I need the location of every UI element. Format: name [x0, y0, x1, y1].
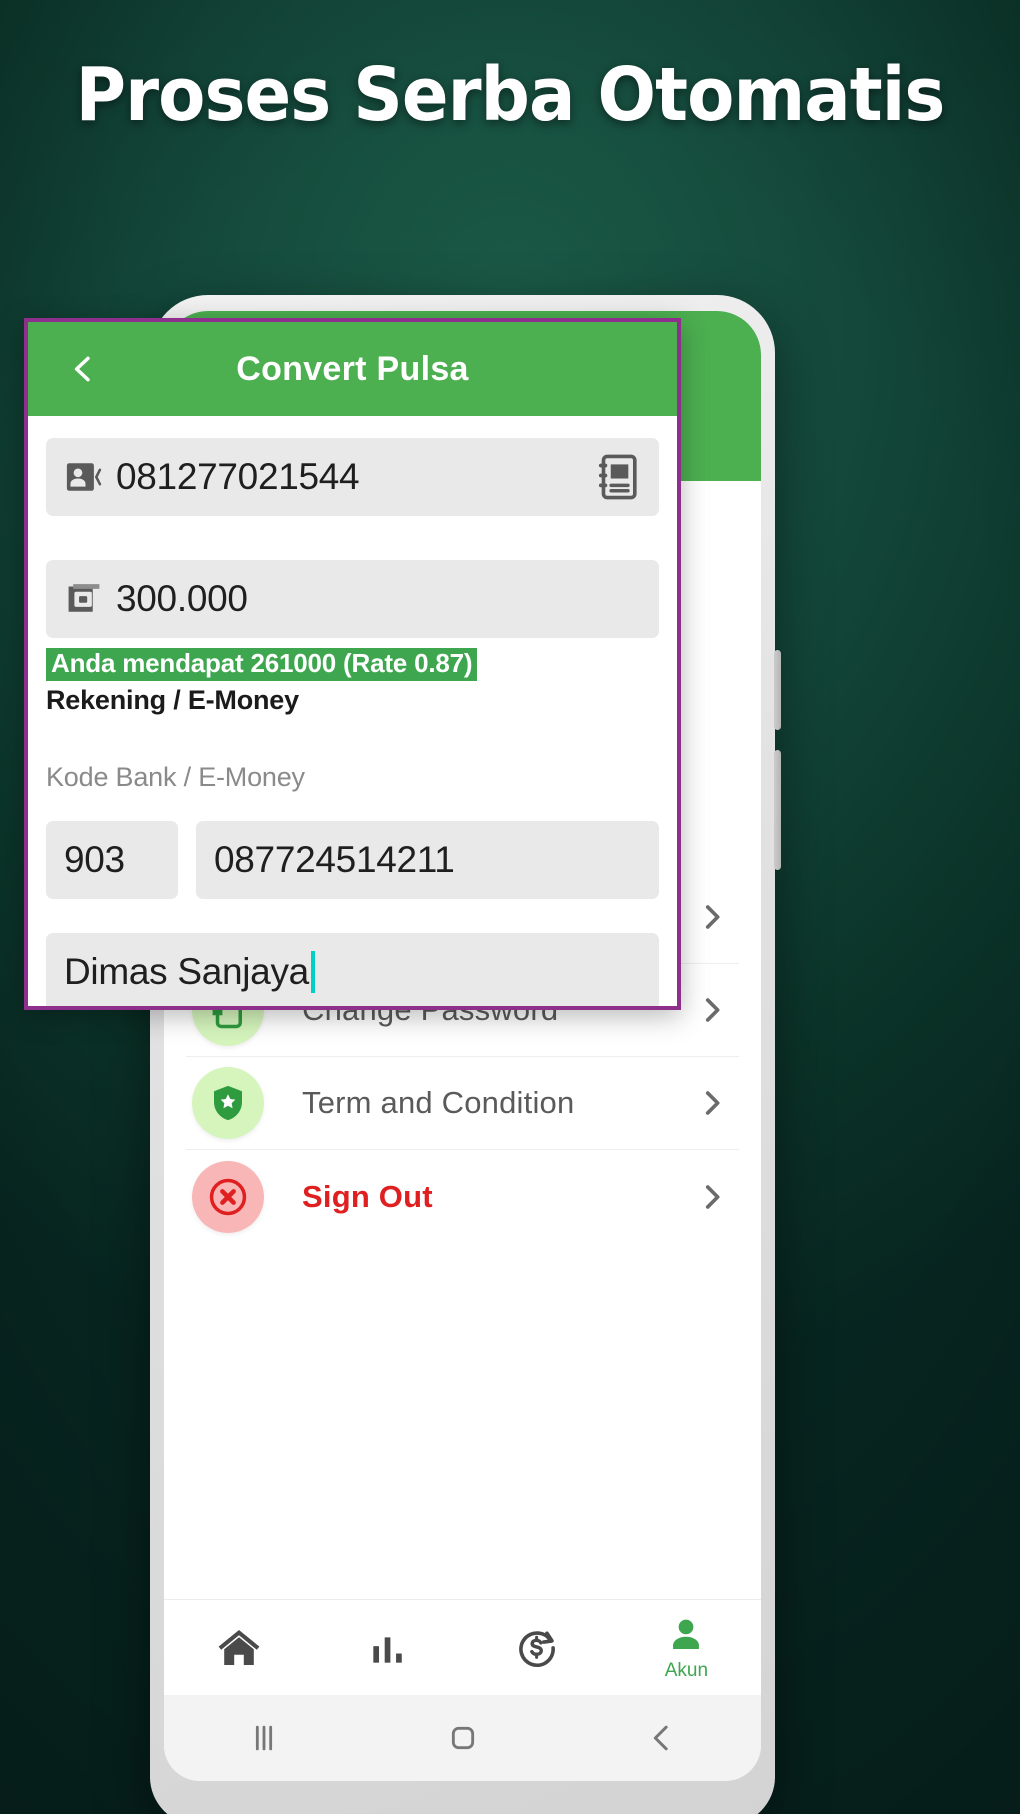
- nav-item-label: Akun: [664, 1659, 709, 1681]
- system-home-button[interactable]: [363, 1718, 562, 1758]
- account-name-field[interactable]: Dimas Sanjaya: [46, 933, 659, 1006]
- bar-chart-icon: [373, 1636, 402, 1663]
- rate-note: Anda mendapat 261000 (Rate 0.87): [46, 648, 478, 682]
- bank-input-row: 903 087724514211: [46, 821, 659, 900]
- bank-code-value: 903: [64, 839, 125, 881]
- phone-number-value: 081277021544: [116, 456, 360, 497]
- account-row-term-and-condition[interactable]: Term and Condition: [186, 1057, 739, 1150]
- convert-pulsa-form: 081277021544 300.000 Anda mendapat 26100…: [28, 416, 677, 1006]
- nav-item-report[interactable]: [313, 1626, 462, 1670]
- page-headline: Proses Serba Otomatis: [75, 52, 946, 138]
- system-back-button[interactable]: [562, 1718, 761, 1758]
- recents-icon: [255, 1725, 272, 1751]
- kode-bank-label: Kode Bank / E-Money: [46, 762, 305, 793]
- convert-pulsa-header: Convert Pulsa: [28, 322, 677, 416]
- bank-account-number-value: 087724514211: [214, 839, 455, 881]
- contact-card-icon: [64, 457, 104, 497]
- back-chevron-icon: [653, 1725, 668, 1751]
- home-square-icon: [451, 1726, 474, 1750]
- dollar-refresh-icon: [519, 1630, 556, 1667]
- contact-book-icon[interactable]: [595, 454, 641, 500]
- nav-item-transaction[interactable]: [463, 1625, 612, 1671]
- phone-number-field[interactable]: 081277021544: [46, 438, 659, 516]
- android-system-navigation-bar: [164, 1695, 761, 1781]
- wallet-icon: [64, 579, 104, 619]
- account-row-label: Sign Out: [302, 1178, 433, 1214]
- bottom-navigation-bar: Akun: [164, 1599, 761, 1695]
- account-name-value: Dimas Sanjaya: [64, 951, 309, 993]
- chevron-right-icon: [705, 905, 720, 929]
- x-circle-icon: [192, 1160, 264, 1233]
- person-icon: [673, 1619, 700, 1649]
- nav-item-home[interactable]: [164, 1624, 313, 1672]
- chevron-left-icon: [74, 356, 90, 382]
- system-recents-button[interactable]: [164, 1718, 363, 1758]
- home-icon: [218, 1629, 260, 1665]
- chevron-right-icon: [705, 998, 720, 1022]
- chevron-right-icon: [705, 1091, 720, 1115]
- convert-pulsa-title: Convert Pulsa: [236, 349, 469, 388]
- chevron-right-icon: [705, 1184, 720, 1209]
- account-row-label: Term and Condition: [302, 1085, 575, 1120]
- rekening-section-label: Rekening / E-Money: [46, 685, 299, 716]
- phone-side-button-power: [774, 750, 781, 870]
- bank-code-field[interactable]: 903: [46, 821, 178, 900]
- phone-side-button-volume: [774, 650, 781, 730]
- nav-item-akun[interactable]: Akun: [612, 1614, 761, 1682]
- text-cursor-caret: [310, 951, 315, 994]
- bank-account-number-field[interactable]: 087724514211: [196, 821, 659, 900]
- amount-value: 300.000: [116, 578, 248, 619]
- amount-field[interactable]: 300.000: [46, 560, 659, 638]
- shield-star-icon: [192, 1067, 264, 1139]
- account-row-sign-out[interactable]: Sign Out: [186, 1150, 739, 1243]
- convert-pulsa-overlay-panel: Convert Pulsa 081277021544 300.000 Anda …: [24, 318, 681, 1010]
- back-button[interactable]: [62, 345, 104, 393]
